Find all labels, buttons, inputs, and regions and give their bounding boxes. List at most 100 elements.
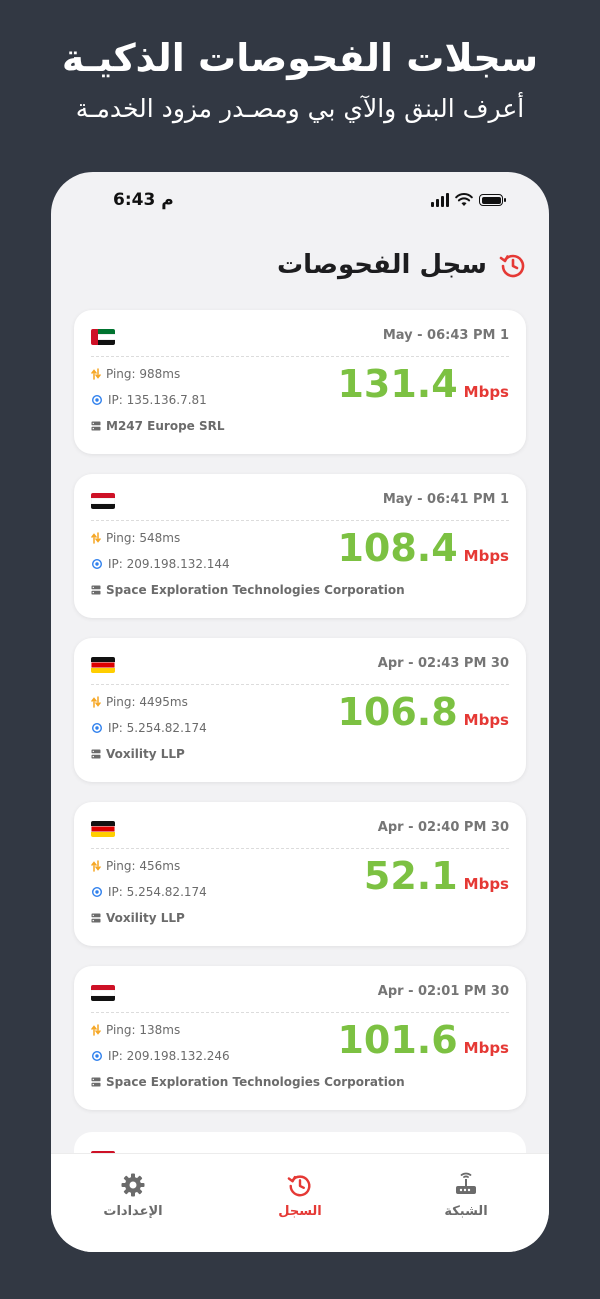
speed-value: 131.4	[337, 362, 458, 406]
ping-icon	[91, 860, 101, 872]
battery-icon	[479, 194, 506, 206]
isp-row: Space Exploration Technologies Corporati…	[91, 583, 405, 597]
isp-row: M247 Europe SRL	[91, 419, 225, 433]
tab-settings-label: الإعدادات	[103, 1204, 163, 1219]
speed-display: 108.4 Mbps	[337, 526, 509, 570]
speed-unit: Mbps	[463, 1039, 509, 1057]
isp-name: Voxility LLP	[106, 747, 185, 761]
tab-settings[interactable]: الإعدادات	[73, 1172, 193, 1219]
tab-bar: الإعدادات السجل الشبكة	[51, 1153, 549, 1252]
ping-value: Ping: 548ms	[106, 531, 181, 545]
speed-unit: Mbps	[463, 383, 509, 401]
flag-icon	[91, 329, 115, 345]
ping-value: Ping: 988ms	[106, 367, 181, 381]
tab-network-label: الشبكة	[444, 1204, 488, 1219]
ping-icon	[91, 696, 101, 708]
router-icon	[456, 1172, 476, 1194]
isp-name: Space Exploration Technologies Corporati…	[106, 583, 405, 597]
status-time: 6:43 م	[113, 190, 174, 210]
page-title: سجل الفحوصات	[276, 250, 487, 280]
record-date: Apr - 02:01 PM 30	[377, 984, 509, 999]
ping-row: Ping: 138ms	[91, 1023, 180, 1037]
speed-value: 108.4	[337, 526, 458, 570]
location-icon	[91, 558, 103, 570]
list-item[interactable]: May - 06:43 PM 1 Ping: 988ms IP: 135.136.7…	[74, 310, 526, 454]
ip-value: IP: 135.136.7.81	[108, 393, 207, 407]
list-item[interactable]: Apr - 02:43 PM 30 Ping: 4495ms IP: 5.254.8…	[74, 638, 526, 782]
server-icon	[91, 585, 101, 595]
ip-row: IP: 135.136.7.81	[91, 393, 207, 407]
server-icon	[91, 749, 101, 759]
tab-network[interactable]: الشبكة	[406, 1172, 526, 1219]
flag-icon	[91, 493, 115, 509]
history-icon	[499, 254, 525, 278]
location-icon	[91, 722, 103, 734]
record-date: May - 06:41 PM 1	[382, 492, 509, 507]
gear-icon	[121, 1173, 145, 1197]
ip-row: IP: 5.254.82.174	[91, 885, 207, 899]
location-icon	[91, 886, 103, 898]
speed-unit: Mbps	[463, 547, 509, 565]
history-icon	[287, 1175, 311, 1197]
list-item[interactable]: Apr - 02:01 PM 30 Ping: 138ms IP: 209.198.…	[74, 966, 526, 1110]
divider	[91, 1012, 509, 1013]
speed-display: 106.8 Mbps	[337, 690, 509, 734]
divider	[91, 356, 509, 357]
ip-row: IP: 209.198.132.144	[91, 557, 230, 571]
divider	[91, 848, 509, 849]
record-date: Apr - 02:40 PM 30	[377, 820, 509, 835]
history-list: May - 06:43 PM 1 Ping: 988ms IP: 135.136.7…	[74, 310, 526, 1130]
isp-name: M247 Europe SRL	[106, 419, 225, 433]
speed-display: 101.6 Mbps	[337, 1018, 509, 1062]
isp-row: Voxility LLP	[91, 911, 185, 925]
ping-value: Ping: 138ms	[106, 1023, 181, 1037]
flag-icon	[91, 821, 115, 837]
record-date: Apr - 02:43 PM 30	[377, 656, 509, 671]
location-icon	[91, 394, 103, 406]
list-item[interactable]: Apr - 02:40 PM 30 Ping: 456ms IP: 5.254.82…	[74, 802, 526, 946]
ping-row: Ping: 456ms	[91, 859, 180, 873]
ping-row: Ping: 548ms	[91, 531, 180, 545]
speed-value: 101.6	[337, 1018, 458, 1062]
server-icon	[91, 1077, 101, 1087]
status-bar: 6:43 م	[51, 190, 549, 214]
ping-row: Ping: 988ms	[91, 367, 180, 381]
promo-subtitle: أعرف البنق والآي بي ومصـدر مزود الخدمـة	[75, 94, 525, 123]
speed-value: 52.1	[363, 854, 458, 898]
server-icon	[91, 421, 101, 431]
speed-display: 131.4 Mbps	[337, 362, 509, 406]
speed-display: 52.1 Mbps	[364, 854, 509, 898]
ping-value: Ping: 4495ms	[106, 695, 188, 709]
tab-history-label: السجل	[278, 1204, 322, 1219]
wifi-icon	[455, 193, 473, 206]
divider	[91, 684, 509, 685]
status-icons	[431, 193, 506, 207]
promo-title: سجلات الفحوصات الذكيـة	[61, 36, 539, 80]
ip-value: IP: 5.254.82.174	[108, 721, 207, 735]
speed-unit: Mbps	[463, 875, 509, 893]
isp-name: Voxility LLP	[106, 911, 185, 925]
ip-row: IP: 209.198.132.246	[91, 1049, 230, 1063]
tab-history[interactable]: السجل	[240, 1172, 360, 1219]
ping-row: Ping: 4495ms	[91, 695, 188, 709]
phone-screen: 6:43 م سجل الفحوصات May - 06:43 PM 1 Ping…	[51, 172, 549, 1252]
location-icon	[91, 1050, 103, 1062]
ip-value: IP: 5.254.82.174	[108, 885, 207, 899]
list-item[interactable]: May - 06:41 PM 1 Ping: 548ms IP: 209.198.1…	[74, 474, 526, 618]
speed-unit: Mbps	[463, 711, 509, 729]
server-icon	[91, 913, 101, 923]
signal-icon	[431, 193, 449, 207]
ip-value: IP: 209.198.132.144	[108, 557, 230, 571]
isp-row: Space Exploration Technologies Corporati…	[91, 1075, 405, 1089]
ping-icon	[91, 1024, 101, 1036]
ip-row: IP: 5.254.82.174	[91, 721, 207, 735]
isp-name: Space Exploration Technologies Corporati…	[106, 1075, 405, 1089]
page-header: سجل الفحوصات	[277, 250, 527, 280]
speed-value: 106.8	[337, 690, 458, 734]
flag-icon	[91, 657, 115, 673]
ping-icon	[91, 532, 101, 544]
ping-icon	[91, 368, 101, 380]
divider	[91, 520, 509, 521]
record-date: May - 06:43 PM 1	[382, 328, 509, 343]
ping-value: Ping: 456ms	[106, 859, 181, 873]
